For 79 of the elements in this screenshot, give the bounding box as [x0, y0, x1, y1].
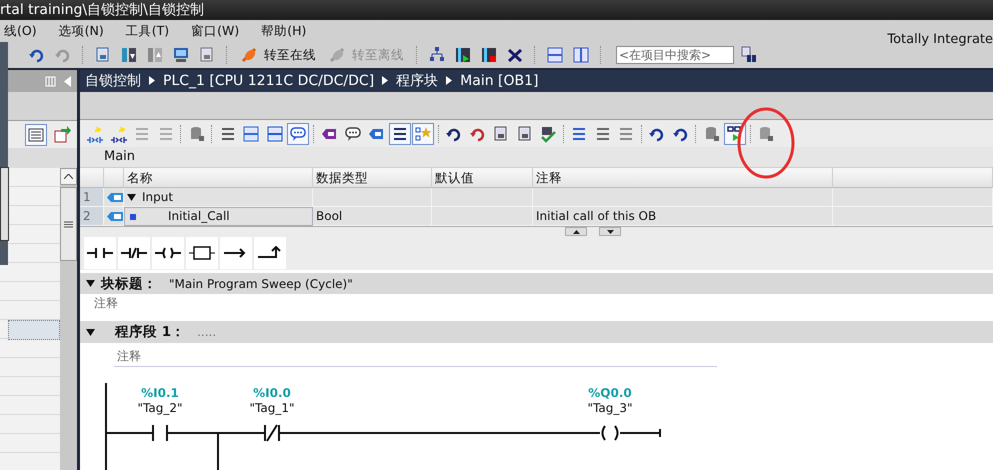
speech-bubble-icon[interactable]	[287, 122, 309, 145]
contact-icon	[87, 246, 113, 260]
menu-item[interactable]: 帮助(H)	[261, 22, 306, 40]
breadcrumb-arrow-icon	[149, 76, 155, 86]
product-name: Totally Integrate	[887, 32, 993, 46]
comment-field[interactable]: 注释	[114, 347, 717, 368]
variable-name: Input	[142, 188, 174, 206]
column-header	[104, 168, 124, 188]
tag-icon	[107, 210, 123, 222]
address-label: %I0.0	[253, 386, 291, 400]
scrollbar[interactable]	[60, 168, 77, 470]
expand-triangle-icon[interactable]	[127, 194, 136, 201]
contact-symbol[interactable]	[129, 424, 191, 442]
caret-down-icon	[606, 230, 614, 234]
expand-triangle-icon[interactable]	[86, 328, 95, 336]
coil-button[interactable]	[152, 236, 184, 269]
wire	[106, 432, 130, 434]
row-number: 1	[80, 188, 104, 208]
list-icon[interactable]	[388, 122, 410, 145]
window-title: rtal training\自锁控制\自锁控制	[0, 1, 204, 19]
breadcrumb-item[interactable]: PLC_1 [CPU 1211C DC/DC/DC]	[163, 72, 374, 89]
branch-open-button[interactable]	[220, 236, 252, 269]
grip-icon	[64, 220, 73, 228]
branch-wire	[217, 433, 219, 470]
tag-label: "Tag_1"	[250, 401, 294, 416]
table-cell[interactable]: Input	[124, 188, 313, 208]
block-title[interactable]: "Main Program Sweep (Cycle)"	[169, 276, 353, 291]
menu-item[interactable]: 工具(T)	[126, 22, 170, 40]
address-label: %Q0.0	[588, 386, 632, 400]
closed-contact-button[interactable]	[118, 236, 150, 269]
coil-symbol[interactable]	[579, 425, 661, 442]
breadcrumb-item[interactable]: 程序块	[396, 72, 438, 90]
block-title-label: 块标题：	[101, 274, 157, 293]
branch-close-button[interactable]	[254, 236, 286, 269]
table-cell[interactable]	[432, 188, 533, 208]
scroll-up-button[interactable]	[60, 168, 77, 185]
breadcrumb-arrow-icon	[446, 76, 452, 86]
address-label: %I0.1	[141, 386, 179, 400]
caret-up-icon	[572, 230, 580, 234]
tag-label: "Tag_2"	[138, 401, 182, 416]
menu-item[interactable]: 线(O)	[4, 22, 37, 40]
scroll-down-button[interactable]	[599, 227, 621, 236]
table-cell[interactable]	[533, 188, 833, 208]
tag-label: "Tag_3"	[588, 401, 632, 416]
empty-box-button[interactable]	[186, 236, 218, 269]
row-number: 2	[80, 207, 104, 226]
menu-item[interactable]: 窗口(W)	[191, 22, 240, 40]
empty-box-icon	[189, 246, 215, 260]
selected-row[interactable]	[8, 320, 60, 340]
bullet-icon	[130, 214, 136, 220]
table-view-icon[interactable]	[25, 124, 47, 146]
column-header[interactable]: 数据类型	[313, 168, 432, 188]
closed-contact-symbol[interactable]	[241, 424, 303, 442]
expand-triangle-icon[interactable]	[86, 280, 95, 288]
column-header[interactable]: 默认值	[432, 168, 533, 188]
coil-icon	[155, 246, 181, 260]
column-header[interactable]: 名称	[124, 168, 313, 188]
column-header	[80, 168, 104, 188]
scroll-up-button[interactable]	[565, 227, 587, 236]
branch-close-icon	[257, 246, 283, 260]
scroll-thumb[interactable]	[60, 187, 77, 261]
table-cell[interactable]	[313, 188, 432, 208]
breadcrumb-item[interactable]: 自锁控制	[85, 72, 141, 90]
closed-contact-icon	[121, 246, 147, 260]
search-field[interactable]: <在项目中搜索>	[616, 46, 734, 64]
breadcrumb-arrow-icon	[382, 76, 388, 86]
tag-icon	[107, 192, 123, 203]
comment-field[interactable]: 注释	[80, 294, 993, 314]
contact-button[interactable]	[84, 236, 116, 269]
variable-name: Initial_Call	[168, 208, 230, 226]
breadcrumb-item[interactable]: Main [OB1]	[460, 72, 538, 89]
caret-up-icon	[64, 174, 73, 179]
block-name: Main	[80, 147, 993, 168]
menu-item[interactable]: 选项(N)	[58, 22, 104, 40]
network-label: 程序段 1：	[115, 323, 186, 342]
column-header[interactable]: 注释	[533, 168, 833, 188]
table-cell[interactable]: Initial_Call	[124, 207, 313, 226]
go-online-button[interactable]: 转至在线	[236, 46, 320, 64]
wire	[190, 432, 242, 434]
